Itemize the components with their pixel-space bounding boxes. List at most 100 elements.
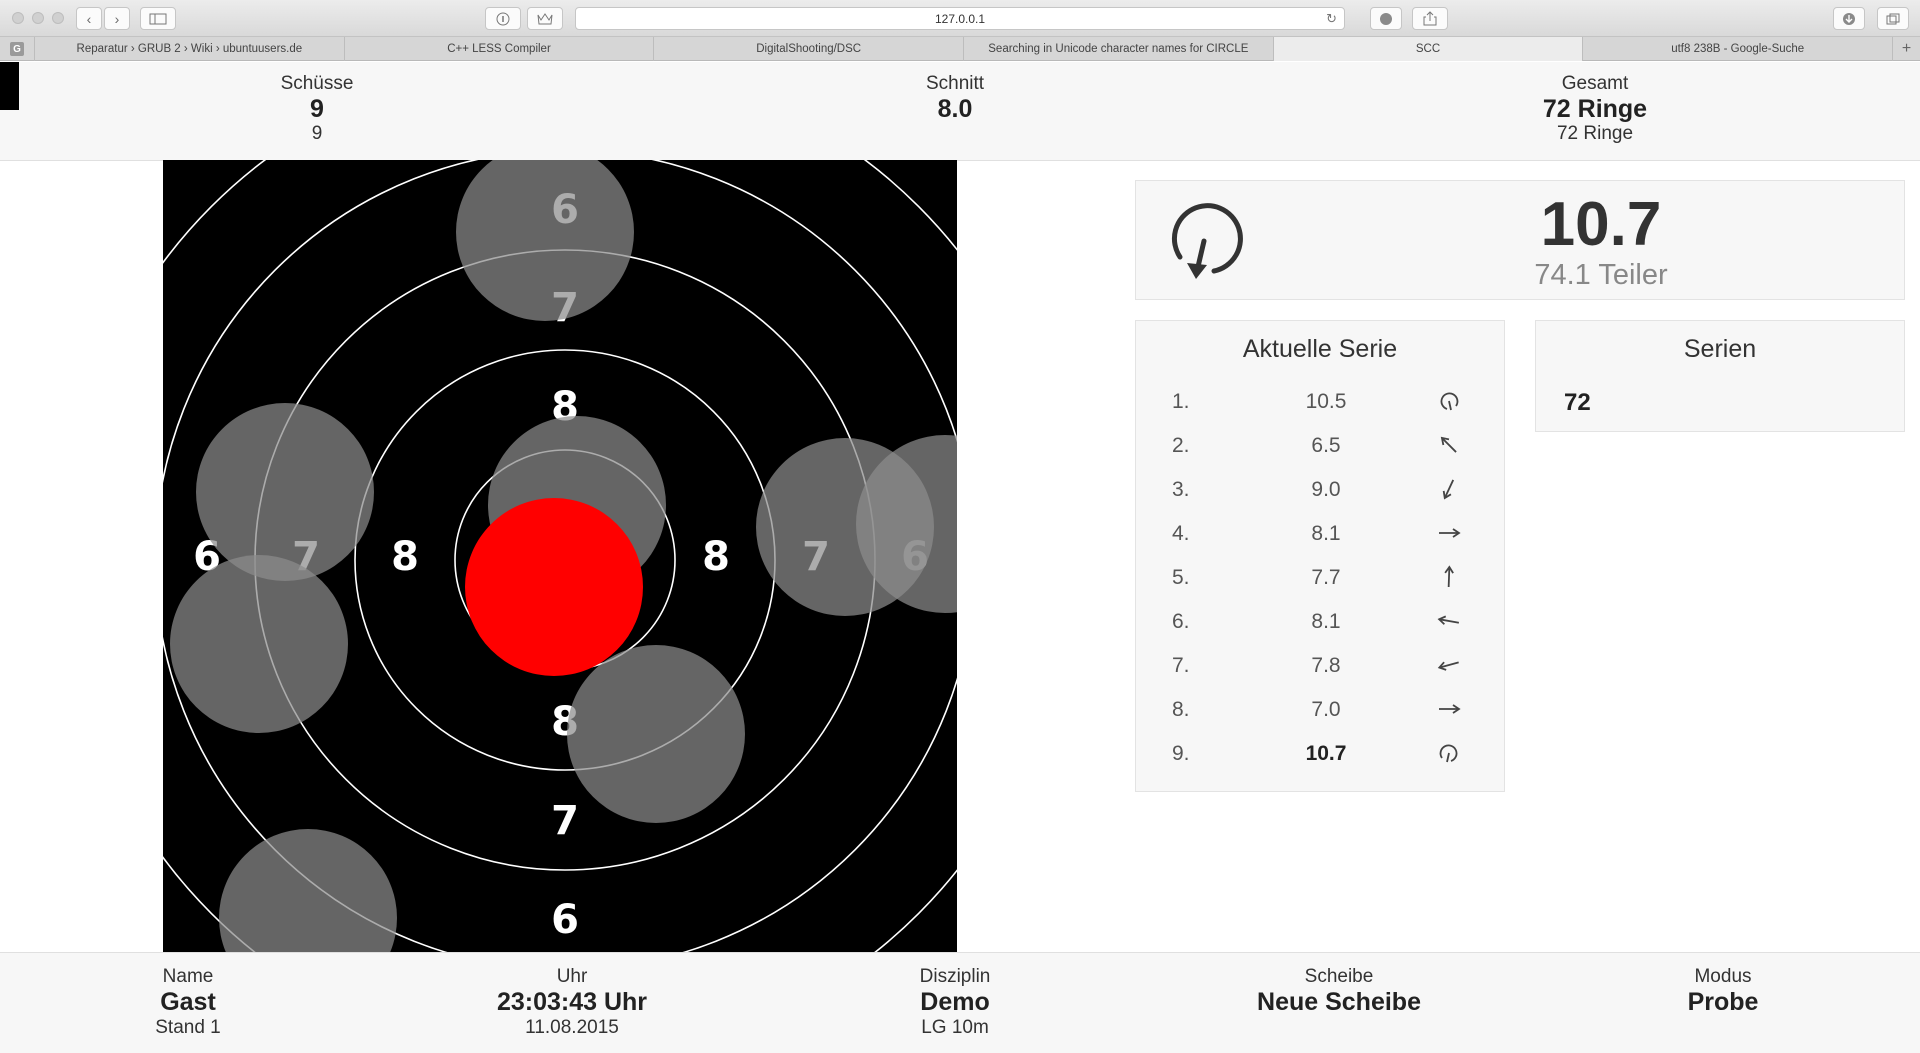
stand-value: Stand 1 — [155, 1017, 221, 1038]
clockwise-arrow-icon — [1171, 203, 1243, 279]
current-series-panel: Aktuelle Serie 1. 10.5 2. 6.5 3. 9.0 4. 8.1 5. 7.… — [1135, 320, 1505, 792]
series-row-value: 7.7 — [1311, 566, 1341, 589]
ring-label-left-8: 8 — [391, 534, 419, 580]
tab-ubuntuusers[interactable]: Reparatur › GRUB 2 › Wiki › ubuntuusers.… — [34, 37, 344, 61]
series-row-number: 6. — [1172, 610, 1190, 633]
shot-hole — [170, 555, 348, 733]
privacy-button[interactable] — [485, 7, 521, 30]
chevron-right-icon: › — [114, 10, 120, 27]
series-row-value: 10.7 — [1305, 742, 1347, 765]
shots-stat: Schüsse 9 9 — [167, 73, 467, 145]
arrow-down-right-icon — [1442, 479, 1455, 500]
tab-less-compiler[interactable]: C++ LESS Compiler — [343, 37, 654, 61]
last-shot-teiler: 74.1 Teiler — [1534, 259, 1668, 291]
series-total-value: 72 — [1564, 389, 1591, 416]
average-label: Schnitt — [925, 73, 985, 94]
shot-hole — [567, 645, 745, 823]
mode-value: Probe — [1687, 988, 1759, 1016]
series-row: 3. 9.0 — [1136, 466, 1506, 510]
series-row: 8. 7.0 — [1136, 686, 1506, 730]
google-icon: G — [10, 42, 24, 56]
series-row-number: 4. — [1172, 522, 1190, 545]
minimize-window-button[interactable] — [32, 12, 44, 24]
sidebar-button[interactable] — [140, 7, 176, 30]
clock-info: Uhr 23:03:43 Uhr 11.08.2015 — [422, 966, 722, 1039]
new-tab-button[interactable]: + — [1892, 37, 1920, 61]
series-row-number: 3. — [1172, 478, 1190, 501]
tab-bar: G Reparatur › GRUB 2 › Wiki › ubuntuuser… — [0, 37, 1920, 61]
ring-label-bottom-7: 7 — [551, 798, 579, 844]
tab-scc[interactable]: SCC — [1272, 37, 1583, 61]
target-label: Scheibe — [1304, 966, 1374, 987]
series-summary-panel: Serien 72 — [1535, 320, 1905, 432]
discipline-value: Demo — [920, 988, 990, 1016]
shot-hole — [219, 829, 397, 1007]
total-value: 72 Ringe — [1542, 95, 1648, 123]
total-label: Gesamt — [1561, 73, 1629, 94]
series-row: 5. 7.7 — [1136, 554, 1506, 598]
current-series-title: Aktuelle Serie — [1242, 335, 1398, 363]
tab-unicode-search[interactable]: Searching in Unicode character names for… — [963, 37, 1273, 61]
tab-google-search[interactable]: utf8 238B - Google-Suche — [1582, 37, 1892, 61]
share-icon — [1423, 11, 1437, 26]
reload-icon[interactable]: ↻ — [1326, 11, 1337, 27]
target-value: Neue Scheibe — [1257, 988, 1421, 1016]
series-row-number: 2. — [1172, 434, 1190, 457]
back-button[interactable]: ‹ — [76, 7, 102, 30]
name-value: Gast — [160, 988, 216, 1016]
total-sub: 72 Ringe — [1556, 123, 1634, 144]
mode-info: Modus Probe — [1573, 966, 1873, 1017]
downloads-button[interactable] — [1833, 7, 1865, 30]
url-text: 127.0.0.1 — [934, 11, 986, 26]
tab-favicon: G — [0, 37, 34, 61]
series-row-value: 8.1 — [1311, 610, 1341, 633]
series-row-number: 1. — [1172, 390, 1190, 413]
arrow-up-icon — [1444, 565, 1454, 588]
extension-button[interactable] — [1370, 7, 1402, 30]
tabs-icon — [1886, 13, 1900, 24]
series-row-value: 9.0 — [1311, 478, 1341, 501]
total-stat: Gesamt 72 Ringe 72 Ringe — [1445, 73, 1745, 145]
date-value: 11.08.2015 — [525, 1017, 619, 1038]
name-label: Name — [162, 966, 214, 987]
arrow-right-icon — [1439, 704, 1461, 714]
download-icon — [1843, 12, 1855, 25]
last-shot-hole — [465, 498, 643, 676]
series-row: 4. 8.1 — [1136, 510, 1506, 554]
average-value: 8.0 — [937, 95, 973, 123]
series-row-value: 8.1 — [1311, 522, 1341, 545]
close-window-button[interactable] — [12, 12, 24, 24]
series-row-number: 8. — [1172, 698, 1190, 721]
series-row: 6. 8.1 — [1136, 598, 1506, 642]
target-svg: 6 7 8 8 7 6 6 7 8 8 7 6 — [64, 59, 1066, 1053]
shots-label: Schüsse — [280, 73, 354, 94]
arrow-left-icon — [1437, 615, 1460, 625]
bottom-info-bar: Name Gast Stand 1 Uhr 23:03:43 Uhr 11.08… — [0, 952, 1920, 1053]
clockwise-circle-icon — [1439, 744, 1458, 763]
tab-overview-button[interactable] — [1877, 7, 1909, 30]
target-info: Scheibe Neue Scheibe — [1189, 966, 1489, 1017]
counterclockwise-circle-icon — [1440, 392, 1459, 411]
zoom-window-button[interactable] — [52, 12, 64, 24]
arrow-down-left-icon — [1440, 436, 1457, 453]
status-marker — [0, 62, 19, 110]
series-row-value: 7.0 — [1311, 698, 1341, 721]
forward-button[interactable]: › — [104, 7, 130, 30]
name-info: Name Gast Stand 1 — [38, 966, 338, 1039]
share-button[interactable] — [1412, 7, 1448, 30]
series-row: 1. 10.5 — [1136, 378, 1506, 422]
clock-value: 23:03:43 Uhr — [496, 988, 648, 1016]
shooting-target[interactable]: 6 7 8 8 7 6 6 7 8 8 7 6 — [64, 59, 1066, 1053]
address-bar[interactable]: 127.0.0.1 ↻ — [575, 7, 1345, 30]
reader-button[interactable] — [527, 7, 563, 30]
scc-page: Schüsse 9 9 Schnitt 8.0 Gesamt 72 Ringe … — [0, 59, 1920, 1053]
chevron-left-icon: ‹ — [86, 10, 92, 27]
arrow-left-down-icon — [1437, 661, 1459, 671]
tab-digitalshooting[interactable]: DigitalShooting/DSC — [653, 37, 963, 61]
last-shot-value-block: 10.7 74.1 Teiler — [1451, 191, 1751, 292]
arrow-right-icon — [1439, 528, 1461, 538]
series-row-value: 6.5 — [1311, 434, 1341, 457]
shot-hole — [456, 143, 634, 321]
series-row: 9. 10.7 — [1136, 730, 1506, 774]
sidebar-icon — [149, 13, 167, 24]
